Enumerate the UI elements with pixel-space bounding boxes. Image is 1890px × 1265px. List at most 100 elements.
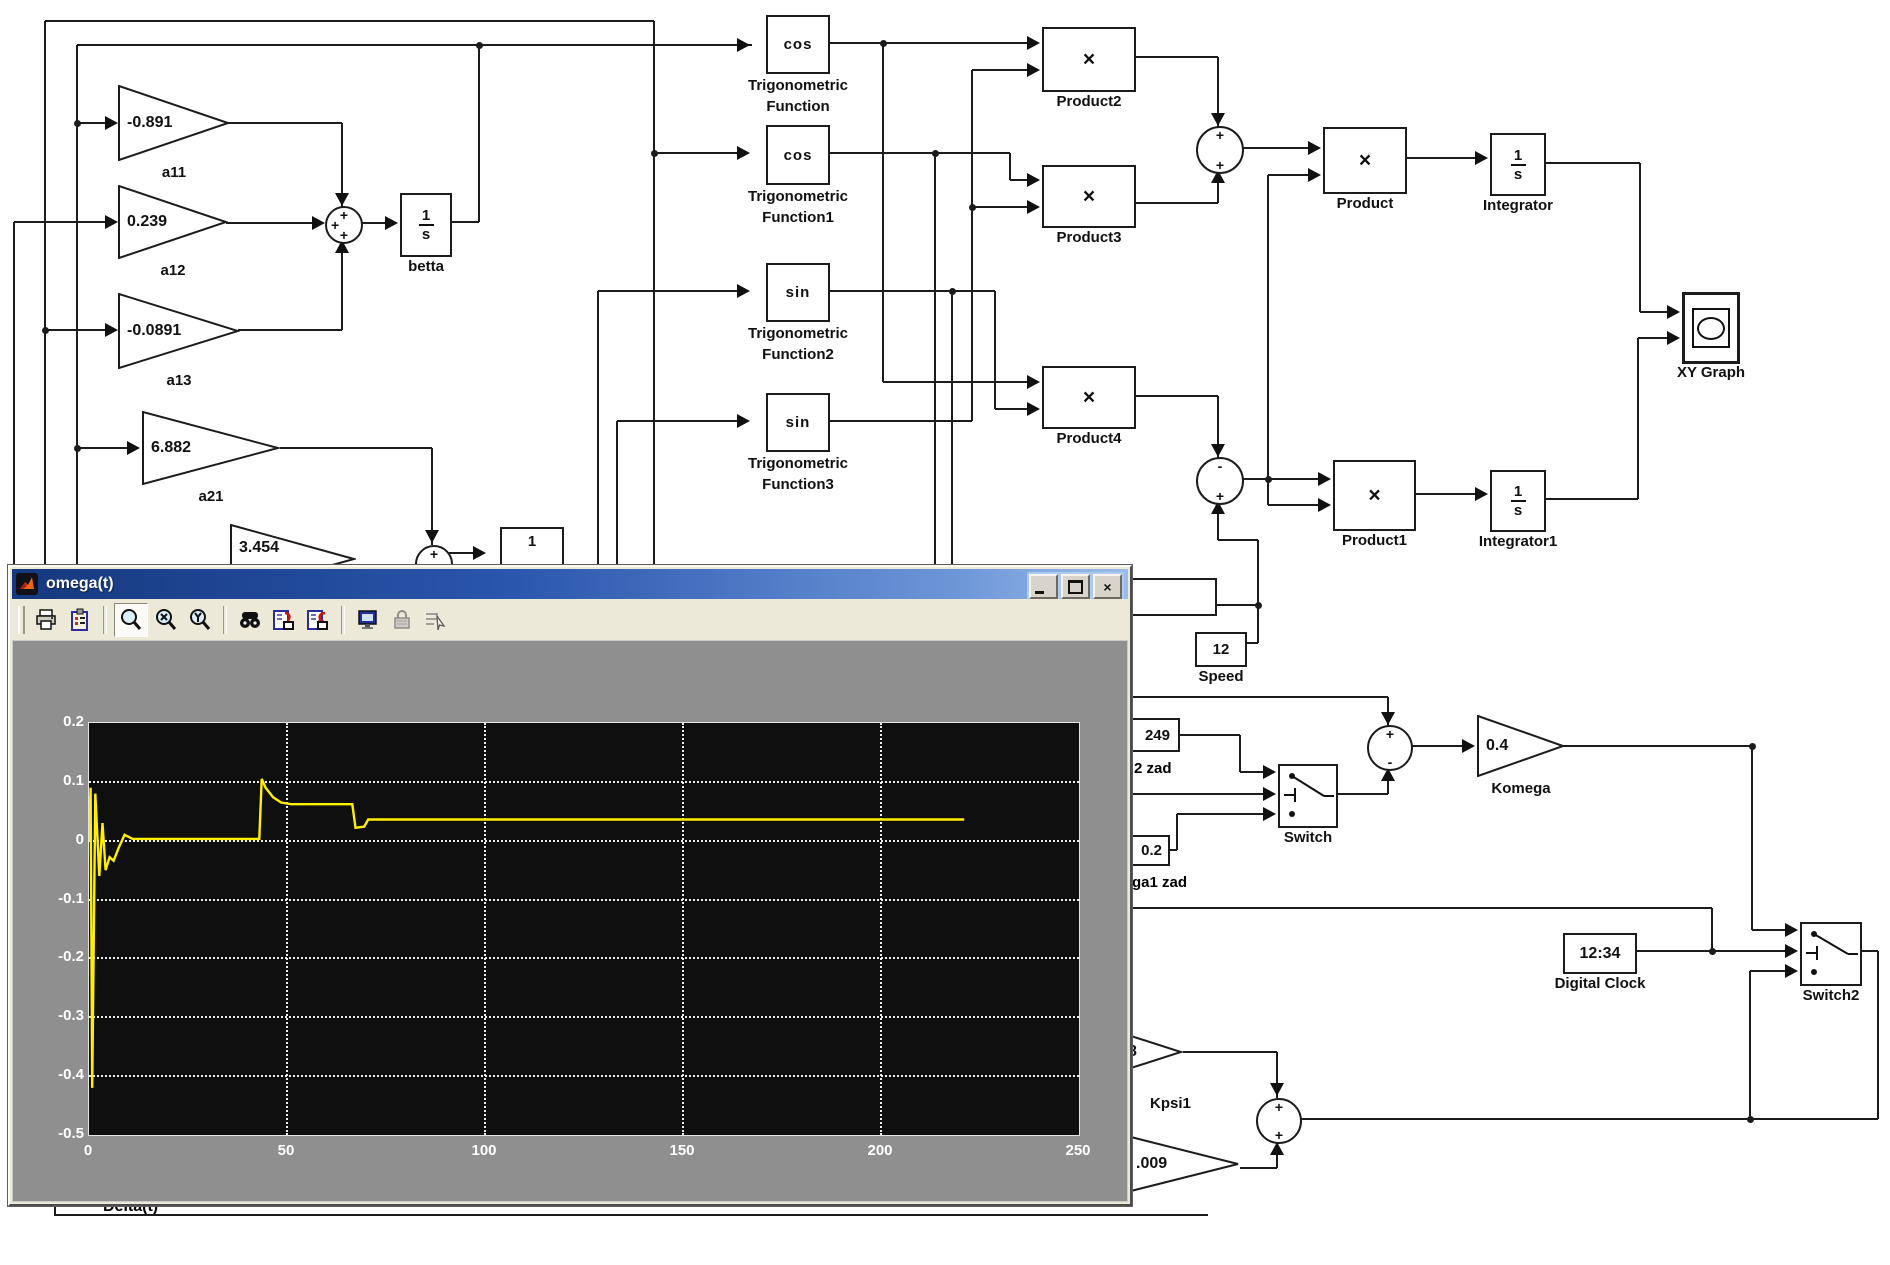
wire (1752, 929, 1786, 931)
junction-dot (651, 150, 658, 157)
product-block[interactable]: × Product (1323, 127, 1407, 194)
y-tick-label: 0 (28, 831, 84, 848)
x-tick-label: 0 (56, 1142, 120, 1159)
trig-fn: sin (786, 284, 811, 301)
junction-dot (42, 327, 49, 334)
gain-block-a11[interactable]: -0.891 a11 (118, 85, 230, 161)
wire (1009, 153, 1011, 180)
x-tick-label: 100 (452, 1142, 516, 1159)
wire (448, 221, 479, 223)
product4-block[interactable]: × Product4 (1042, 366, 1136, 429)
y-tick-label: -0.2 (28, 948, 84, 965)
scope-titlebar[interactable]: omega(t) × (12, 569, 1128, 599)
wire (1132, 793, 1264, 795)
arrowhead (1027, 200, 1040, 214)
frac-num: 1 (1514, 484, 1522, 499)
close-button[interactable]: × (1093, 574, 1122, 599)
wire (1268, 504, 1319, 506)
junction-dot (969, 204, 976, 211)
constant-speed[interactable]: 12 Speed (1195, 632, 1247, 667)
parameters-icon[interactable] (64, 604, 96, 636)
wire (1640, 311, 1668, 313)
lock-axes-icon[interactable] (386, 604, 418, 636)
sum-block-s4[interactable]: + + (1256, 1098, 1302, 1144)
block-label: Switch (1284, 829, 1332, 846)
zoom-y-axis-icon[interactable] (184, 604, 216, 636)
wire (1218, 539, 1258, 541)
product-symbol: × (1359, 149, 1371, 173)
trig-function-block[interactable]: cos TrigonometricFunction (766, 15, 830, 74)
block-label: TrigonometricFunction3 (748, 453, 848, 495)
signal-selection-icon[interactable] (420, 604, 452, 636)
product-symbol: × (1368, 484, 1380, 508)
switch-block[interactable]: Switch (1278, 764, 1338, 828)
product2-block[interactable]: × Product2 (1042, 27, 1136, 92)
wire (1239, 735, 1241, 772)
x-tick-label: 250 (1046, 1142, 1110, 1159)
frac-num: 1 (528, 533, 536, 550)
maximize-button[interactable] (1061, 574, 1090, 599)
gain-block-a21[interactable]: 6.882 a21 (142, 411, 280, 485)
switch2-block[interactable]: Switch2 (1800, 922, 1862, 986)
time-offset-label: Time offset: (25, 1248, 110, 1265)
sum-sign: + (1275, 1129, 1283, 1141)
arrowhead (335, 193, 349, 206)
block-label: Product1 (1342, 532, 1407, 549)
block-label: Product2 (1056, 93, 1121, 110)
gain-block-a12[interactable]: 0.239 a12 (118, 185, 228, 259)
integrator1-block[interactable]: 1s Integrator1 (1490, 470, 1546, 532)
wire (1213, 604, 1258, 606)
zoom-icon[interactable] (114, 603, 148, 637)
junction-dot (74, 445, 81, 452)
toolbar-separator (103, 606, 107, 634)
arrowhead (312, 216, 325, 230)
sum-block-s2[interactable]: - + (1196, 457, 1244, 505)
block-label: 2 zad (1134, 760, 1172, 777)
integrator-block-betta[interactable]: 1s betta (400, 193, 452, 257)
product3-block[interactable]: × Product3 (1042, 165, 1136, 228)
block-label: Switch2 (1803, 987, 1860, 1004)
wire (994, 291, 996, 409)
gain-block-a13[interactable]: -0.0891 a13 (118, 293, 240, 369)
wire (972, 69, 1028, 71)
xy-graph-block[interactable]: XY Graph (1682, 292, 1740, 364)
zoom-x-axis-icon[interactable] (150, 604, 182, 636)
integrator-block[interactable]: 1s Integrator (1490, 133, 1546, 196)
save-axes-icon[interactable] (268, 604, 300, 636)
y-tick-label: -0.1 (28, 890, 84, 907)
frac-den: s (422, 227, 430, 242)
product1-block[interactable]: × Product1 (1333, 460, 1416, 531)
wire (77, 447, 128, 449)
minimize-button[interactable] (1029, 574, 1058, 599)
trig-fn: cos (784, 36, 813, 53)
block-label: Kpsi1 (1150, 1095, 1191, 1112)
gain-block-komega[interactable]: 0.4 Komega (1477, 715, 1565, 777)
digital-clock-block[interactable]: 12:34 Digital Clock (1563, 933, 1637, 974)
junction-dot (880, 40, 887, 47)
gain-value: 3.454 (239, 539, 279, 557)
arrowhead (1318, 472, 1331, 486)
arrowhead (1381, 712, 1395, 725)
scope-trace (89, 779, 964, 1088)
sum-block-s3[interactable]: + - (1367, 725, 1413, 771)
arrowhead (1027, 36, 1040, 50)
arrowhead (105, 116, 118, 130)
arrowhead (1027, 402, 1040, 416)
sum-block-s1[interactable]: + + (1196, 126, 1244, 174)
print-icon[interactable] (30, 604, 62, 636)
autoscale-binoculars-icon[interactable] (234, 604, 266, 636)
floating-scope-icon[interactable] (352, 604, 384, 636)
gain-value: 6.882 (151, 439, 191, 457)
arrowhead (1667, 331, 1680, 345)
toolbar-grip[interactable] (18, 606, 25, 634)
wire (883, 381, 1028, 383)
block-label: TrigonometricFunction2 (748, 323, 848, 365)
sum-block-beta[interactable]: + + + (325, 206, 363, 244)
trig-function1-block[interactable]: cos TrigonometricFunction1 (766, 125, 830, 185)
trig-function3-block[interactable]: sin TrigonometricFunction3 (766, 393, 830, 452)
y-tick-label: -0.4 (28, 1066, 84, 1083)
trig-function2-block[interactable]: sin TrigonometricFunction2 (766, 263, 830, 322)
wire (882, 43, 884, 382)
restore-axes-icon[interactable] (302, 604, 334, 636)
gain-value: 0.239 (127, 213, 167, 231)
